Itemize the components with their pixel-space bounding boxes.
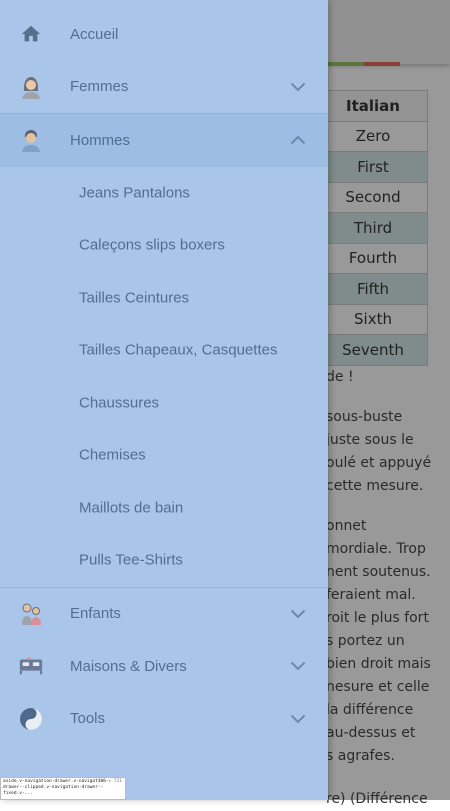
children-icon [18,601,44,627]
home-icon [18,21,44,47]
nav-item-tools[interactable]: Tools [0,693,328,746]
nav-item-enfants[interactable]: Enfants [0,588,328,641]
nav-item-accueil[interactable]: Accueil [0,8,328,61]
nav-item-femmes[interactable]: Femmes [0,61,328,114]
sub-item-label: Chemises [79,446,146,464]
sub-item-label: Caleçons slips boxers [79,236,225,254]
sub-item-chemises[interactable]: Chemises [0,429,328,482]
devtools-element-tooltip: aside.v-navigation-drawer.v-navigation-d… [0,777,126,800]
sub-item-maillots[interactable]: Maillots de bain [0,482,328,535]
navigation-drawer: Accueil Femmes Hommes Jeans Pantalons Ca… [0,0,328,800]
chevron-down-icon [290,609,306,619]
nav-item-label: Tools [70,710,106,728]
woman-icon [18,74,44,100]
sub-item-pulls[interactable]: Pulls Tee-Shirts [0,534,328,587]
sub-item-calecons[interactable]: Caleçons slips boxers [0,219,328,272]
tooltip-selector: aside.v-navigation-drawer.v-navigation-d… [3,779,109,796]
bed-icon [18,653,44,679]
sub-item-chapeaux[interactable]: Tailles Chapeaux, Casquettes [0,324,328,377]
sub-item-label: Chaussures [79,394,160,412]
chevron-down-icon [290,662,306,671]
nav-item-maisons-divers[interactable]: Maisons & Divers [0,640,328,693]
sub-item-label: Pulls Tee-Shirts [79,551,183,569]
nav-item-label: Accueil [70,25,119,43]
sub-item-ceintures[interactable]: Tailles Ceintures [0,272,328,325]
tools-icon [18,706,44,732]
sub-item-label: Maillots de bain [79,499,184,517]
sub-item-label: Tailles Chapeaux, Casquettes [79,341,278,359]
chevron-down-icon [290,714,306,724]
nav-item-label: Enfants [70,605,121,623]
nav-item-label: Maisons & Divers [70,657,187,675]
man-icon [18,127,44,153]
nav-item-label: Hommes [70,131,131,149]
chevron-down-icon [290,82,306,92]
nav-item-label: Femmes [70,78,129,96]
sub-item-chaussures[interactable]: Chaussures [0,377,328,430]
nav-item-hommes[interactable]: Hommes [0,114,328,167]
sub-item-label: Jeans Pantalons [79,184,190,202]
chevron-up-icon [290,135,306,145]
sub-item-label: Tailles Ceintures [79,289,190,307]
sub-item-jeans[interactable]: Jeans Pantalons [0,167,328,220]
tooltip-size: 300 × 721 [97,779,122,784]
